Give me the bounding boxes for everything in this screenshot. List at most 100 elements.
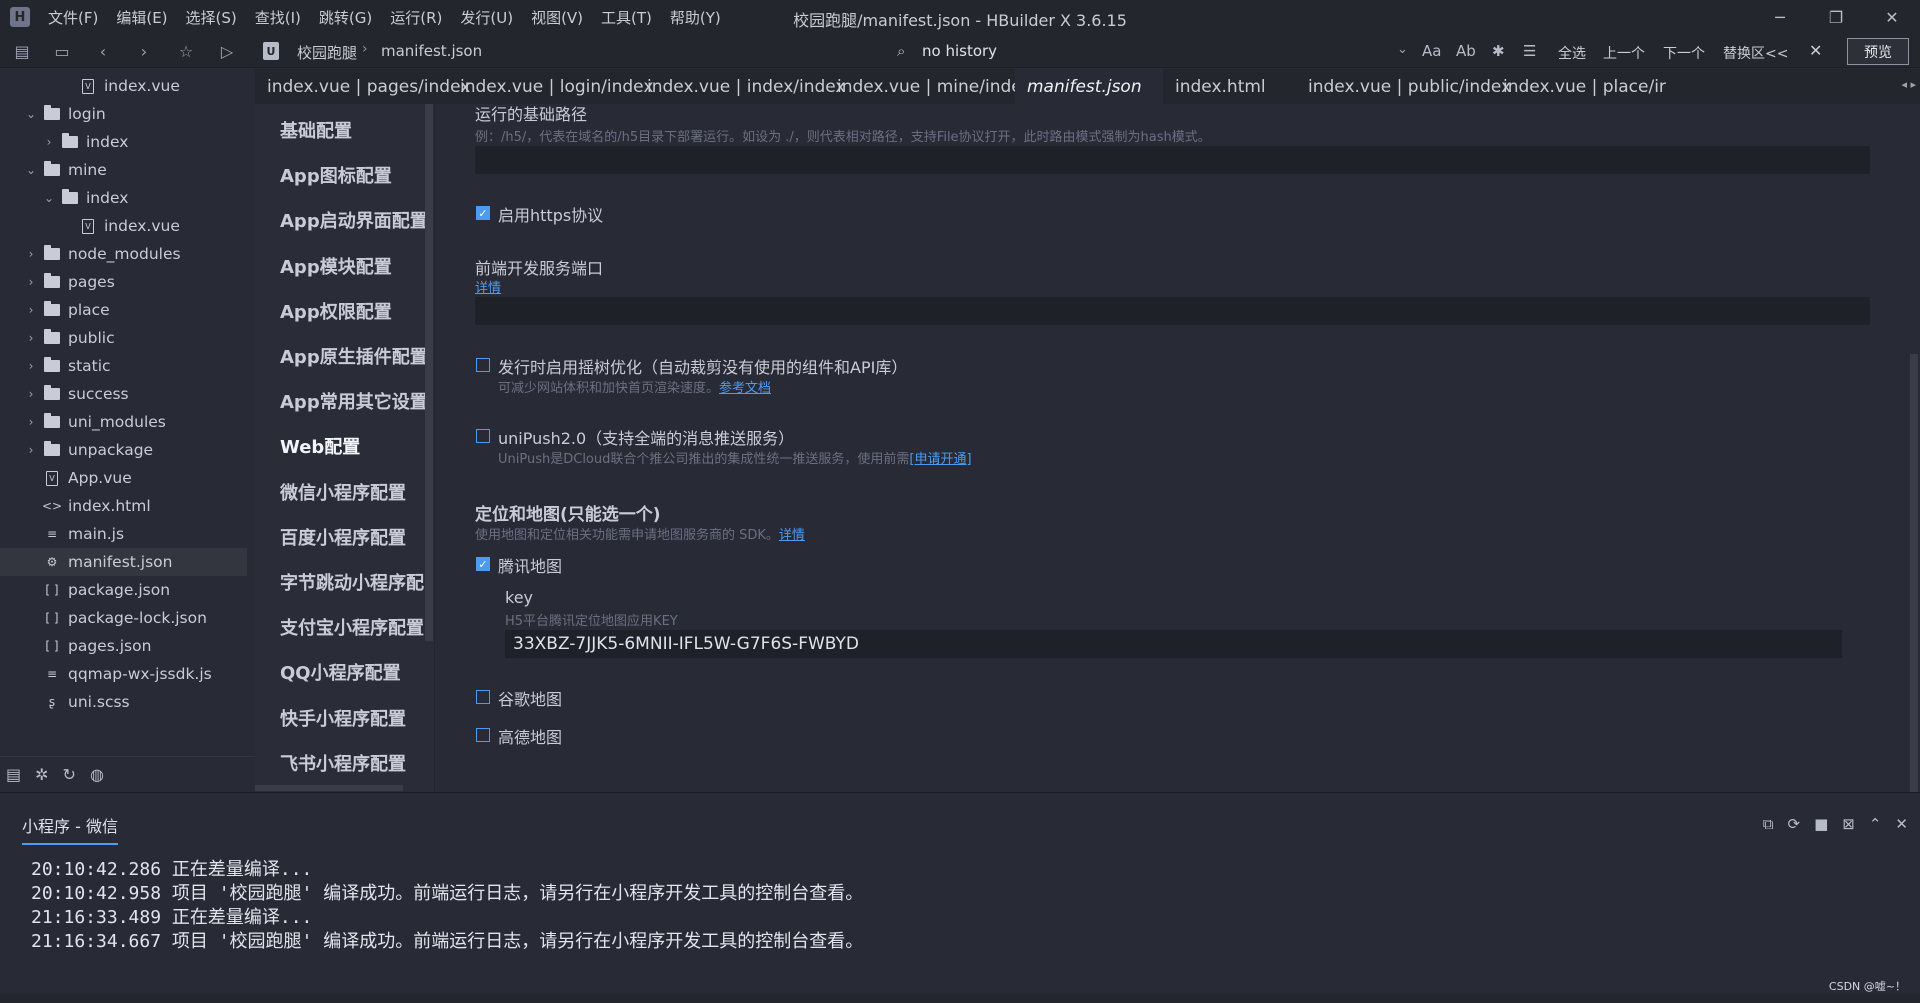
- treeshake-checkbox[interactable]: [476, 358, 490, 372]
- menu-find[interactable]: 查找(I): [255, 7, 301, 28]
- breadcrumb-file[interactable]: manifest.json: [381, 42, 482, 60]
- settings-nav-item[interactable]: 基础配置: [280, 117, 352, 143]
- whole-word-toggle[interactable]: Ab: [1456, 42, 1476, 60]
- tab-scroll-arrows-icon[interactable]: ◂ ▸: [1901, 78, 1916, 91]
- tab-index-index[interactable]: index.vue | index/index: [635, 69, 846, 104]
- tree-item-qqmap-wx-jssdk-js[interactable]: ≡ qqmap-wx-jssdk.js: [0, 660, 247, 688]
- tab-pages-index[interactable]: index.vue | pages/index: [255, 69, 470, 104]
- settings-nav-item[interactable]: App常用其它设置: [280, 388, 428, 414]
- chevron-right-icon[interactable]: ›: [24, 331, 38, 345]
- settings-nav-item[interactable]: App图标配置: [280, 162, 392, 188]
- settings-nav-item[interactable]: 支付宝小程序配置: [280, 614, 424, 640]
- tree-item-manifest-json[interactable]: ⚙ manifest.json: [0, 548, 247, 576]
- tencent-map-checkbox[interactable]: ✓: [476, 557, 490, 571]
- tree-item-index[interactable]: › index: [0, 128, 247, 156]
- preview-button[interactable]: 预览: [1847, 38, 1909, 65]
- settings-nav-item[interactable]: 微信小程序配置: [280, 479, 406, 505]
- settings-nav-item[interactable]: App模块配置: [280, 253, 392, 279]
- next-match-button[interactable]: 下一个: [1663, 43, 1705, 63]
- settings-nav-item[interactable]: 百度小程序配置: [280, 524, 406, 550]
- tree-item-public[interactable]: › public: [0, 324, 247, 352]
- port-detail-link[interactable]: 详情: [475, 281, 501, 296]
- settings-nav-item[interactable]: QQ小程序配置: [280, 659, 401, 685]
- settings-nav-item[interactable]: App权限配置: [280, 298, 392, 324]
- tree-item-index-vue[interactable]: Vindex.vue: [0, 72, 247, 100]
- clear-console-icon[interactable]: ⊠: [1842, 815, 1855, 833]
- tencent-key-input[interactable]: [505, 630, 1842, 658]
- settings-nav-item[interactable]: App启动界面配置: [280, 207, 428, 233]
- close-panel-icon[interactable]: ✕: [1895, 815, 1908, 833]
- chevron-right-icon[interactable]: ›: [24, 415, 38, 429]
- select-all-button[interactable]: 全选: [1558, 43, 1586, 63]
- chevron-down-icon[interactable]: ⌄: [1397, 42, 1408, 57]
- tree-item-index[interactable]: ⌄ index: [0, 184, 247, 212]
- google-map-checkbox[interactable]: [476, 690, 490, 704]
- tab-mine-index[interactable]: index.vue | mine/index: [825, 69, 1032, 104]
- chevron-down-icon[interactable]: ⌄: [24, 163, 38, 177]
- previous-match-button[interactable]: 上一个: [1603, 43, 1645, 63]
- menu-publish[interactable]: 发行(U): [460, 7, 513, 28]
- panel-scrollbar[interactable]: [1910, 354, 1918, 792]
- tree-item-uni-modules[interactable]: › uni_modules: [0, 408, 247, 436]
- star-icon[interactable]: ☆: [176, 41, 196, 61]
- chevron-right-icon[interactable]: ›: [24, 247, 38, 261]
- project-manager-icon[interactable]: ▤: [6, 765, 21, 784]
- chevron-down-icon[interactable]: ⌄: [24, 107, 38, 121]
- menu-run[interactable]: 运行(R): [390, 7, 442, 28]
- tree-item-login[interactable]: ⌄ login: [0, 100, 247, 128]
- tree-item-package-lock-json[interactable]: [ ] package-lock.json: [0, 604, 247, 632]
- back-icon[interactable]: ‹: [93, 41, 113, 61]
- unipush-checkbox[interactable]: [476, 429, 490, 443]
- https-checkbox[interactable]: ✓: [476, 206, 490, 220]
- nav-horizontal-scrollbar[interactable]: [255, 785, 403, 791]
- forward-icon[interactable]: ›: [134, 41, 154, 61]
- new-file-icon[interactable]: ▤: [12, 41, 32, 61]
- breadcrumb-project[interactable]: 校园跑腿: [297, 42, 357, 63]
- menu-help[interactable]: 帮助(Y): [670, 7, 721, 28]
- replace-toggle-button[interactable]: 替换区<<: [1723, 43, 1788, 63]
- menu-file[interactable]: 文件(F): [48, 7, 98, 28]
- unipush-apply-link[interactable]: [申请开通]: [909, 452, 971, 467]
- menu-view[interactable]: 视图(V): [531, 7, 583, 28]
- base-path-input[interactable]: [475, 146, 1870, 174]
- treeshake-docs-link[interactable]: 参考文档: [719, 381, 771, 396]
- settings-nav-item[interactable]: 快手小程序配置: [280, 705, 406, 731]
- minimize-icon[interactable]: ─: [1752, 0, 1808, 34]
- settings-nav-item[interactable]: 字节跳动小程序配: [280, 569, 424, 595]
- tree-item-unpackage[interactable]: › unpackage: [0, 436, 247, 464]
- nav-scrollbar[interactable]: [425, 104, 433, 641]
- refresh-icon[interactable]: ↻: [63, 765, 76, 784]
- tree-item-place[interactable]: › place: [0, 296, 247, 324]
- close-find-icon[interactable]: ✕: [1809, 41, 1822, 60]
- tab-index-html[interactable]: index.html: [1163, 69, 1296, 104]
- run-icon[interactable]: ▷: [217, 41, 237, 61]
- map-detail-link[interactable]: 详情: [779, 528, 805, 543]
- menu-tools[interactable]: 工具(T): [601, 7, 652, 28]
- tree-item-index-html[interactable]: <> index.html: [0, 492, 247, 520]
- restore-icon[interactable]: ❐: [1808, 0, 1864, 34]
- port-input[interactable]: [475, 297, 1870, 325]
- chevron-right-icon[interactable]: ›: [24, 387, 38, 401]
- chevron-right-icon[interactable]: ›: [24, 359, 38, 373]
- tab-manifest-json[interactable]: manifest.json: [1015, 69, 1163, 104]
- find-input[interactable]: [922, 39, 1402, 63]
- tree-item-pages-json[interactable]: [ ] pages.json: [0, 632, 247, 660]
- tree-item-package-json[interactable]: [ ] package.json: [0, 576, 247, 604]
- tab-public-index[interactable]: index.vue | public/index: [1296, 69, 1511, 104]
- menu-select[interactable]: 选择(S): [186, 7, 237, 28]
- tab-place-index[interactable]: index.vue | place/ir: [1491, 69, 1666, 104]
- plugin-icon[interactable]: ◍: [90, 765, 104, 784]
- tree-item-static[interactable]: › static: [0, 352, 247, 380]
- maximize-panel-icon[interactable]: ⌃: [1869, 815, 1882, 833]
- chevron-down-icon[interactable]: ⌄: [42, 191, 56, 205]
- tree-item-success[interactable]: › success: [0, 380, 247, 408]
- regex-icon[interactable]: ✱: [1492, 42, 1505, 60]
- menu-edit[interactable]: 编辑(E): [116, 7, 167, 28]
- tree-item-main-js[interactable]: ≡ main.js: [0, 520, 247, 548]
- menu-goto[interactable]: 跳转(G): [319, 7, 372, 28]
- tree-item-pages[interactable]: › pages: [0, 268, 247, 296]
- settings-nav-item[interactable]: 飞书小程序配置: [280, 750, 406, 776]
- tree-item-node-modules[interactable]: › node_modules: [0, 240, 247, 268]
- debug-icon[interactable]: ✲: [35, 765, 48, 784]
- settings-nav-item[interactable]: Web配置: [280, 433, 360, 459]
